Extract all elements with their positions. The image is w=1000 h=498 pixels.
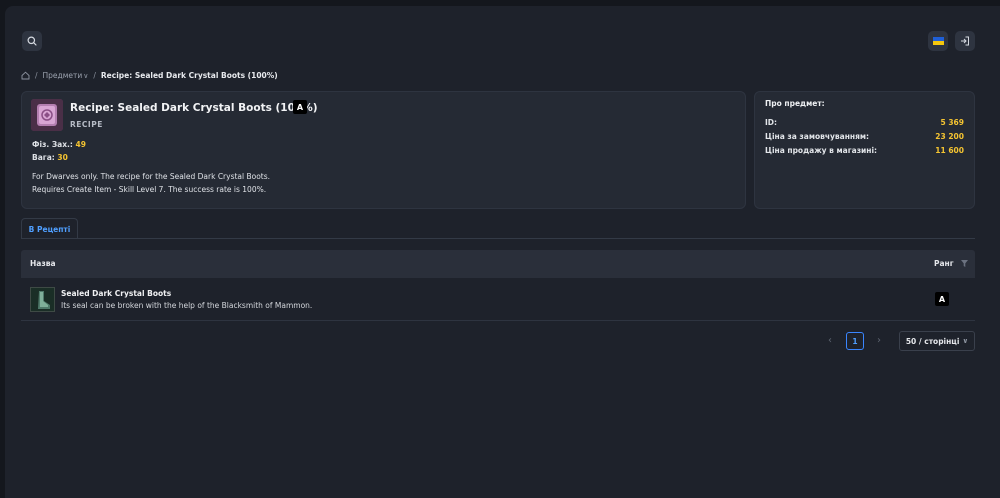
about-label: ID: <box>765 118 778 127</box>
recipe-scroll-icon <box>31 99 63 131</box>
stat-value: 30 <box>57 153 68 162</box>
breadcrumb-items-label: Предмети <box>42 70 83 80</box>
boots-icon <box>30 287 55 312</box>
search-icon <box>27 36 37 46</box>
stat-label: Фіз. Зах.: <box>32 140 73 149</box>
next-page-button[interactable]: › <box>871 333 887 349</box>
stat-pdef: Фіз. Зах.: 49 <box>32 140 86 149</box>
chevron-down-icon: ∨ <box>962 337 969 345</box>
item-type: RECIPE <box>70 120 103 129</box>
table-header: Назва Ранг <box>21 250 975 278</box>
item-title: Recipe: Sealed Dark Crystal Boots (100%) <box>70 102 318 114</box>
home-icon[interactable] <box>21 71 30 80</box>
tab-divider <box>21 238 975 239</box>
stat-label: Вага: <box>32 153 55 162</box>
tab-in-recipe[interactable]: В Рецепті <box>21 218 78 239</box>
about-item-card: Про предмет: ID: 5 369 Ціна за замовчува… <box>754 91 975 209</box>
page-size-select[interactable]: 50 / сторінці ∨ <box>899 331 975 351</box>
about-title: Про предмет: <box>765 99 825 108</box>
about-row-default-price: Ціна за замовчуванням: 23 200 <box>765 132 964 143</box>
column-header-grade[interactable]: Ранг <box>934 259 954 268</box>
grade-badge: A <box>293 100 307 114</box>
page-1-button[interactable]: 1 <box>846 332 864 350</box>
page-size-value: 50 / сторінці <box>905 336 960 346</box>
about-value: 23 200 <box>935 132 964 141</box>
about-value: 5 369 <box>940 118 965 127</box>
language-button[interactable] <box>928 31 948 51</box>
about-label: Ціна продажу в магазині: <box>765 146 878 155</box>
login-icon <box>961 36 969 46</box>
row-item-name[interactable]: Sealed Dark Crystal Boots <box>61 289 171 298</box>
column-header-name[interactable]: Назва <box>30 259 56 268</box>
prev-page-button[interactable]: ‹ <box>822 333 838 349</box>
chevron-down-icon: ∨ <box>83 71 89 80</box>
stat-weight: Вага: 30 <box>32 153 68 162</box>
table-row[interactable]: Sealed Dark Crystal Boots Its seal can b… <box>21 279 975 321</box>
grade-badge: A <box>935 292 949 306</box>
login-button[interactable] <box>955 31 975 51</box>
ukraine-flag-icon <box>932 37 944 45</box>
about-value: 11 600 <box>935 146 964 155</box>
item-description-line-1: For Dwarves only. The recipe for the Sea… <box>32 172 271 181</box>
breadcrumb-items-link[interactable]: Предмети∨ <box>43 71 89 80</box>
breadcrumb: / Предмети∨ / Recipe: Sealed Dark Crysta… <box>21 69 278 81</box>
about-label: Ціна за замовчуванням: <box>765 132 870 141</box>
about-row-shop-price: Ціна продажу в магазині: 11 600 <box>765 146 964 157</box>
search-button[interactable] <box>22 31 42 51</box>
filter-icon[interactable] <box>961 260 968 267</box>
breadcrumb-separator: / <box>35 70 38 80</box>
item-card: Recipe: Sealed Dark Crystal Boots (100%)… <box>21 91 746 209</box>
breadcrumb-current: Recipe: Sealed Dark Crystal Boots (100%) <box>100 70 278 80</box>
item-description-line-2: Requires Create Item - Skill Level 7. Th… <box>32 185 267 194</box>
stat-value: 49 <box>75 140 86 149</box>
row-item-description: Its seal can be broken with the help of … <box>61 301 313 310</box>
about-row-id: ID: 5 369 <box>765 118 964 129</box>
breadcrumb-separator: / <box>93 70 96 80</box>
